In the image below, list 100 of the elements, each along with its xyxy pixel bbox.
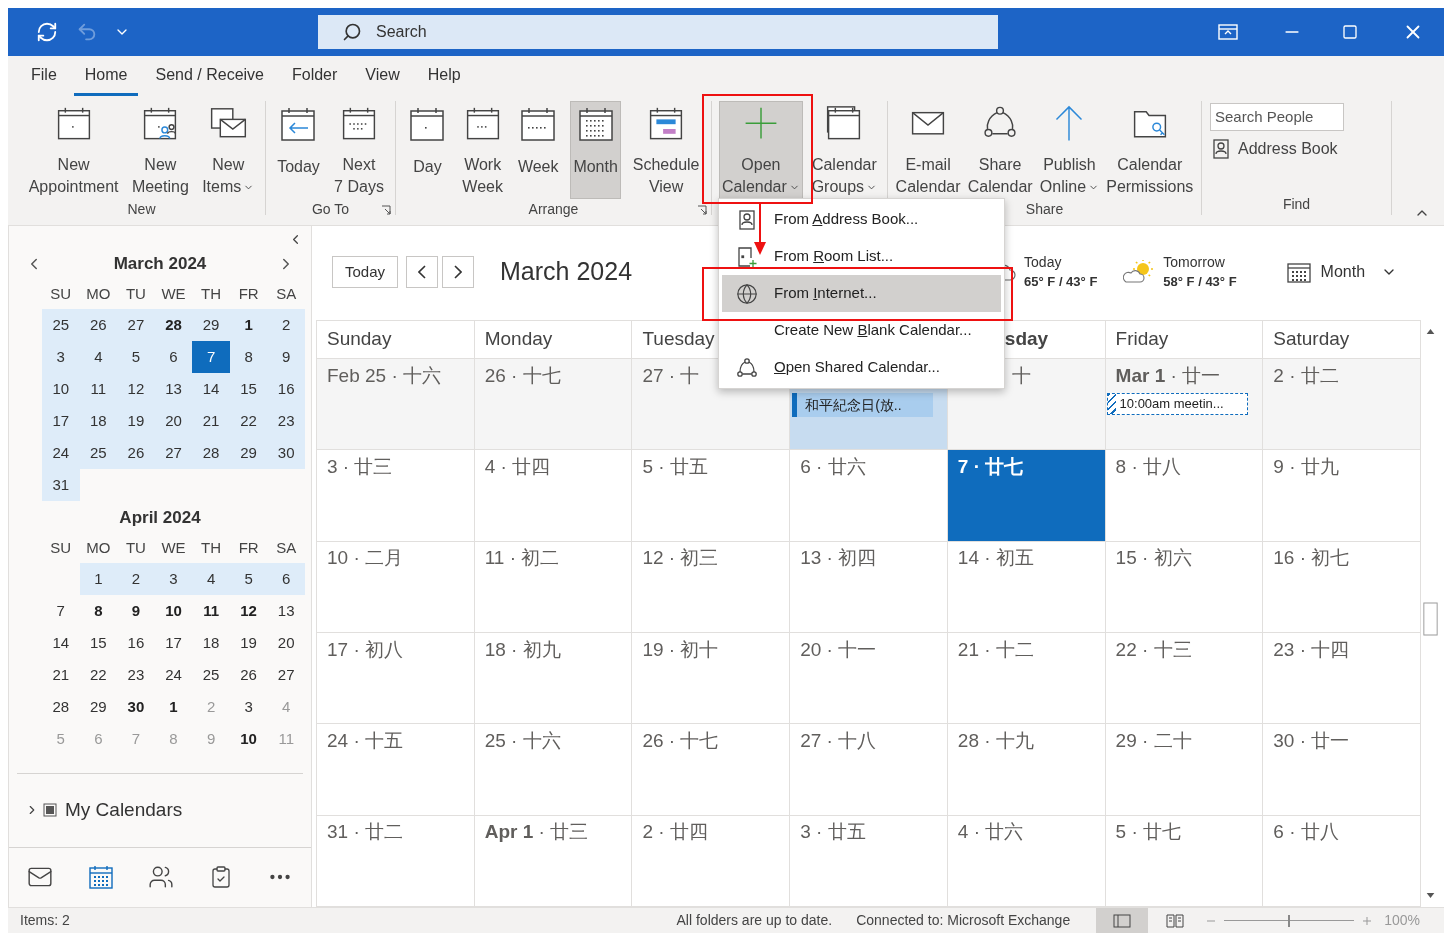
day-cell[interactable]: 28 (154, 309, 193, 342)
day-cell[interactable]: 11 · 初二 (473, 541, 632, 633)
address-book-button[interactable]: Address Book (1210, 137, 1383, 161)
day-cell[interactable]: 24 (42, 437, 80, 470)
ribbon-button[interactable]: E-mail Calendar (892, 101, 964, 199)
day-cell[interactable]: 20 · 十一 (789, 633, 947, 725)
day-cell[interactable]: 21 · 十二 (946, 633, 1105, 725)
menu-item[interactable]: From Room List... (722, 238, 1001, 275)
day-cell[interactable]: 9 (117, 595, 155, 628)
menu-tab[interactable]: View (354, 63, 411, 96)
day-cell[interactable]: 15 (79, 627, 118, 660)
menu-tab[interactable]: File (20, 63, 68, 96)
day-cell[interactable]: 28 · 十九 (946, 724, 1105, 816)
calendar-event[interactable]: 和平紀念日(放.. (792, 393, 933, 417)
day-cell[interactable]: 3 (42, 341, 80, 374)
day-cell[interactable]: 10 · 二月 (316, 541, 474, 633)
day-cell[interactable]: 29 (229, 437, 268, 470)
ribbon-button[interactable]: Schedule View (629, 101, 703, 199)
next-button[interactable] (442, 256, 475, 288)
day-cell[interactable]: 20 (154, 405, 193, 438)
day-cell[interactable]: 7 (42, 595, 80, 628)
calendar-icon[interactable] (87, 864, 114, 891)
ribbon-button[interactable]: Today (274, 101, 323, 199)
refresh-icon[interactable] (36, 21, 58, 43)
day-cell[interactable]: 2 (117, 563, 155, 596)
day-cell[interactable]: 26 · 十七 (631, 724, 790, 816)
day-cell[interactable]: 26 (117, 437, 155, 470)
day-cell[interactable]: 6 · 廿八 (1262, 815, 1420, 907)
day-cell[interactable]: 8 (79, 595, 118, 628)
ribbon-button[interactable]: Share Calendar (964, 101, 1036, 199)
day-cell[interactable]: 12 · 初三 (631, 541, 790, 633)
ribbon-button[interactable]: New Meeting (128, 101, 192, 199)
day-cell[interactable]: 5 · 廿五 (631, 450, 790, 542)
day-cell[interactable]: 15 · 初六 (1104, 541, 1263, 633)
day-cell[interactable]: 28 (192, 437, 230, 470)
day-cell[interactable]: 21 (192, 405, 230, 438)
day-cell[interactable]: 3 (154, 563, 193, 596)
day-cell[interactable]: 7 (192, 341, 230, 374)
day-cell[interactable]: 25 · 十六 (473, 724, 632, 816)
day-cell[interactable]: 9 (267, 341, 305, 374)
today-button[interactable]: Today (332, 256, 399, 288)
day-cell[interactable]: 27 (267, 659, 305, 692)
menu-tab[interactable]: Folder (281, 63, 349, 96)
day-cell[interactable]: 10 (229, 723, 268, 756)
day-cell[interactable]: 28 (42, 691, 80, 724)
day-cell[interactable]: 29 (79, 691, 118, 724)
day-cell[interactable]: 12 (229, 595, 268, 628)
day-cell[interactable]: 22 (79, 659, 118, 692)
menu-item[interactable]: Open Shared Calendar... (722, 349, 1001, 386)
day-cell[interactable]: 31 · 廿二 (316, 815, 474, 907)
zoom-thumb[interactable] (1288, 914, 1291, 927)
day-cell[interactable]: 24 (154, 659, 193, 692)
day-cell[interactable]: 14 (42, 627, 80, 660)
day-cell[interactable]: 5 · 廿七 (1104, 815, 1263, 907)
day-cell[interactable]: 13 (154, 373, 193, 406)
day-cell[interactable]: 23 · 十四 (1262, 633, 1420, 725)
day-cell[interactable]: 6 (154, 341, 193, 374)
day-cell[interactable]: 25 (192, 659, 230, 692)
menu-tab[interactable]: Help (416, 63, 472, 96)
day-cell[interactable]: 11 (79, 373, 118, 406)
day-cell[interactable]: 12 (117, 373, 155, 406)
view-dropdown[interactable]: Month (1286, 260, 1398, 284)
ribbon-button[interactable]: Work Week (459, 101, 506, 199)
day-cell[interactable]: 10 (42, 373, 80, 406)
day-cell[interactable]: 4 · 廿六 (946, 815, 1105, 907)
day-cell[interactable]: 21 (42, 659, 80, 692)
day-cell[interactable]: 29 (192, 309, 230, 342)
day-cell[interactable]: 2 · 廿四 (631, 815, 790, 907)
day-cell[interactable]: 13 · 初四 (789, 541, 947, 633)
ribbon-button[interactable]: Calendar Permissions (1103, 101, 1197, 199)
day-cell[interactable]: 4 (79, 341, 118, 374)
folder-item[interactable]: My Calendars (9, 774, 311, 847)
day-cell[interactable]: 9 · 廿九 (1262, 450, 1420, 542)
day-cell[interactable]: 19 (117, 405, 155, 438)
day-cell[interactable]: 26 (229, 659, 268, 692)
day-cell[interactable]: 17 · 初八 (316, 633, 474, 725)
search-people-field[interactable]: Search People (1210, 103, 1344, 131)
day-cell[interactable]: 29 · 二十 (1104, 724, 1263, 816)
day-cell[interactable]: 27 · 十八 (789, 724, 947, 816)
ribbon-button[interactable]: Week (514, 101, 562, 199)
ribbon-button[interactable]: Publish Online (1036, 101, 1103, 199)
menu-tab[interactable]: Send / Receive (144, 63, 275, 96)
day-cell[interactable]: 30 (117, 691, 155, 724)
day-cell[interactable]: 18 (79, 405, 118, 438)
day-cell[interactable]: 30 · 廿一 (1262, 724, 1420, 816)
ribbon-button[interactable]: Day (404, 101, 451, 199)
day-cell[interactable]: 23 (117, 659, 155, 692)
day-cell[interactable]: 3 · 廿三 (316, 450, 474, 542)
search-field[interactable]: Search (318, 15, 998, 49)
day-cell[interactable]: 18 · 初九 (473, 633, 632, 725)
ribbon-button[interactable]: Calendar Groups (808, 101, 881, 199)
day-cell[interactable]: 1 (229, 309, 268, 342)
day-cell[interactable]: 3 · 廿五 (789, 815, 947, 907)
day-cell[interactable]: Apr 1 · 廿三 (473, 815, 632, 907)
day-cell[interactable]: 7 · 廿七 (946, 450, 1105, 542)
day-cell[interactable]: 10 (154, 595, 193, 628)
day-cell[interactable]: 31 (42, 469, 80, 502)
day-cell[interactable]: 5 (229, 563, 268, 596)
maximize-icon[interactable] (1342, 24, 1358, 40)
dialog-launcher-icon[interactable] (697, 204, 707, 215)
